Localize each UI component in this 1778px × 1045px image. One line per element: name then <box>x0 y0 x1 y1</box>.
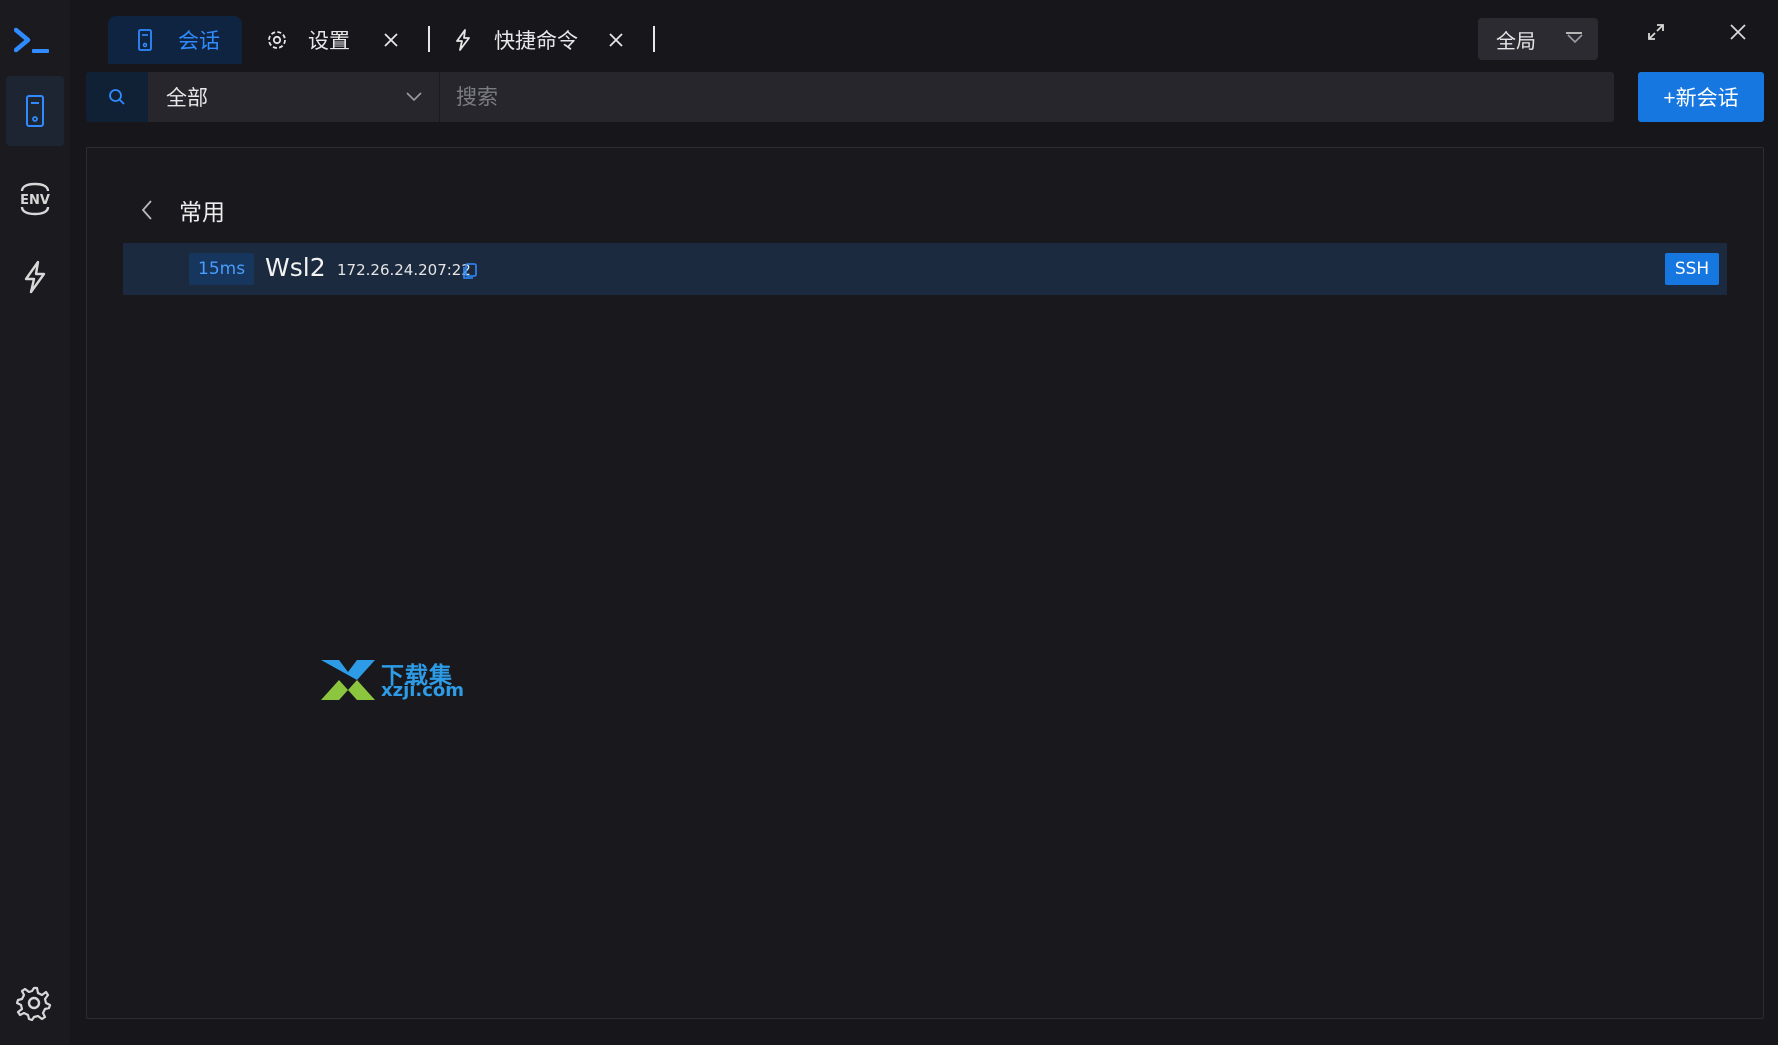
sidebar-item-sessions[interactable] <box>6 76 64 146</box>
session-host: 172.26.24.207:22 <box>337 261 471 279</box>
search-icon <box>109 89 125 105</box>
tab-separator <box>428 26 430 52</box>
session-row[interactable]: 15ms Wsl2 172.26.24.207:22 SSH <box>123 243 1727 295</box>
tab-quick-commands[interactable]: 快捷命令 <box>452 16 578 64</box>
search-bar: 全部 <box>86 72 1614 122</box>
lightning-icon <box>24 260 46 294</box>
env-icon: ENV <box>20 182 50 216</box>
group-title: 常用 <box>179 200 225 226</box>
minimize-button[interactable] <box>1552 14 1596 50</box>
restore-button[interactable] <box>1634 14 1678 50</box>
tab-sessions[interactable]: 会话 <box>108 16 242 64</box>
restore-icon <box>1648 24 1664 40</box>
close-icon <box>384 33 398 47</box>
close-button[interactable] <box>1716 14 1760 50</box>
search-input[interactable] <box>440 72 1614 122</box>
app-window: ENV 会话 设置 快捷命令 全局 全部 搜索 +新会话 常用 15ms Wsl… <box>0 0 1778 1045</box>
tab-label: 快捷命令 <box>494 29 578 53</box>
watermark-x-icon <box>321 660 375 700</box>
copy-icon[interactable] <box>461 262 479 280</box>
tab-close-settings[interactable] <box>376 22 406 58</box>
scope-select-value: 全局 <box>1496 28 1536 53</box>
group-header: 常用 <box>135 190 225 230</box>
sidebar: ENV <box>0 0 70 1045</box>
chevron-down-icon <box>406 92 422 102</box>
tab-close-quick-commands[interactable] <box>601 22 631 58</box>
latency-badge: 15ms <box>189 253 255 285</box>
tab-separator <box>653 26 655 52</box>
watermark-logo: 下载集 xzji.com <box>319 656 465 704</box>
group-filter-select[interactable]: 全部 <box>148 72 440 122</box>
group-filter-value: 全部 <box>166 86 208 110</box>
close-icon <box>609 33 623 47</box>
minimize-icon <box>1566 32 1582 34</box>
tab-label: 会话 <box>178 29 220 53</box>
gear-icon <box>266 29 288 51</box>
server-icon <box>134 29 156 51</box>
env-label: ENV <box>20 193 50 208</box>
search-button[interactable] <box>86 72 148 122</box>
new-session-button[interactable]: +新会话 <box>1638 72 1764 122</box>
tab-settings[interactable]: 设置 <box>266 16 350 64</box>
protocol-badge: SSH <box>1665 253 1719 285</box>
session-name: Wsl2 <box>265 253 326 282</box>
close-icon <box>1730 24 1746 40</box>
title-bar: 会话 设置 快捷命令 全局 <box>70 0 1778 66</box>
session-list-panel: 常用 15ms Wsl2 172.26.24.207:22 SSH 下载集 xz… <box>86 147 1764 1019</box>
tab-label: 设置 <box>308 29 350 53</box>
lightning-icon <box>452 29 474 51</box>
watermark-text-en: xzji.com <box>381 680 465 701</box>
sidebar-item-quick-commands[interactable] <box>6 242 64 312</box>
chevron-left-icon[interactable] <box>135 196 159 224</box>
server-icon <box>26 95 44 127</box>
sidebar-item-env[interactable]: ENV <box>6 164 64 234</box>
app-logo-icon <box>14 27 49 53</box>
gear-icon[interactable] <box>16 985 52 1021</box>
